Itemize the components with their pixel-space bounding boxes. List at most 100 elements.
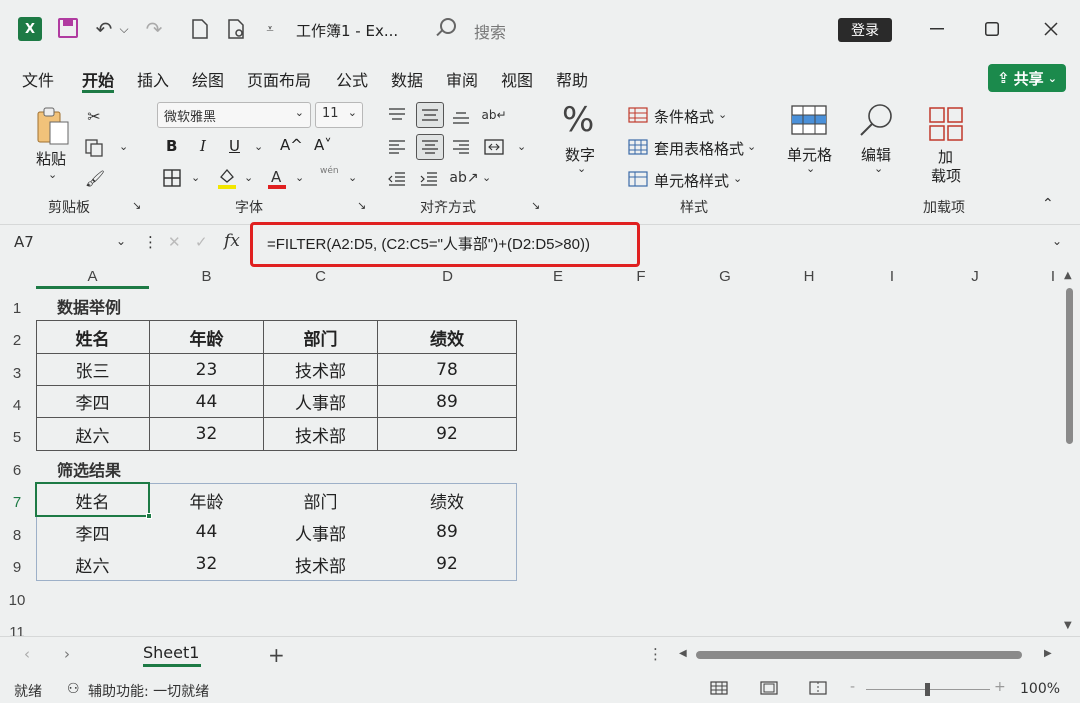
table-cell[interactable]: 92: [378, 418, 516, 450]
cell-styles-button[interactable]: 单元格样式: [654, 170, 729, 191]
search-icon[interactable]: [440, 18, 456, 34]
underline-button[interactable]: U: [229, 137, 240, 155]
align-left-icon[interactable]: [386, 136, 408, 158]
zoom-slider-thumb[interactable]: [925, 683, 930, 696]
print-preview-icon[interactable]: [226, 16, 248, 42]
table-cell[interactable]: 78: [378, 354, 516, 385]
table-cell[interactable]: 李四: [36, 386, 149, 417]
column-header-b[interactable]: B: [150, 268, 263, 288]
column-header-c[interactable]: C: [264, 268, 377, 288]
menu-data[interactable]: 数据: [391, 67, 423, 91]
undo-dropdown-icon[interactable]: ⌵: [118, 16, 130, 42]
column-header-i[interactable]: I: [851, 268, 933, 288]
grow-font-button[interactable]: A^: [280, 136, 303, 154]
table-cell[interactable]: 89: [378, 516, 516, 548]
alignment-launcher-icon[interactable]: ↘: [531, 199, 540, 212]
shrink-font-button[interactable]: A˅: [314, 136, 332, 154]
cell-styles-icon[interactable]: [628, 170, 648, 188]
table-cell[interactable]: 32: [150, 548, 263, 580]
menu-home[interactable]: 开始: [82, 67, 114, 91]
scroll-left-icon[interactable]: ◀: [679, 648, 687, 659]
table-cell[interactable]: 44: [150, 386, 263, 417]
zoom-level[interactable]: 100%: [1020, 681, 1060, 697]
italic-button[interactable]: I: [200, 137, 206, 155]
scroll-down-icon[interactable]: ▼: [1064, 620, 1072, 631]
menu-formulas[interactable]: 公式: [336, 67, 368, 91]
format-as-table-button[interactable]: 套用表格格式: [654, 138, 744, 159]
cut-icon[interactable]: ✂: [84, 106, 104, 126]
scroll-right-icon[interactable]: ▶: [1044, 648, 1052, 659]
column-header-a[interactable]: A: [36, 268, 149, 288]
format-as-table-icon[interactable]: [628, 138, 648, 156]
column-header-j[interactable]: J: [934, 268, 1016, 288]
chevron-down-icon[interactable]: ⌄: [718, 108, 727, 121]
table2-header-name[interactable]: 姓名: [36, 484, 149, 516]
underline-dropdown-icon[interactable]: ⌄: [254, 140, 263, 153]
row-header-11[interactable]: 11: [0, 624, 34, 636]
clipboard-launcher-icon[interactable]: ↘: [132, 199, 141, 212]
table-cell[interactable]: 92: [378, 548, 516, 580]
share-button[interactable]: ⇪ 共享 ⌄: [988, 64, 1066, 92]
scroll-up-icon[interactable]: ▲: [1064, 270, 1072, 281]
normal-view-icon[interactable]: [710, 681, 728, 699]
align-right-icon[interactable]: [450, 136, 472, 158]
chevron-down-icon[interactable]: ⌄: [733, 172, 742, 185]
horizontal-scrollbar-thumb[interactable]: [696, 651, 1022, 659]
font-color-icon[interactable]: A: [266, 166, 288, 190]
table1-header-dept[interactable]: 部门: [264, 321, 377, 353]
menu-draw[interactable]: 绘图: [192, 67, 224, 91]
borders-dropdown-icon[interactable]: ⌄: [191, 171, 200, 184]
align-bottom-icon[interactable]: [450, 106, 472, 128]
page-break-view-icon[interactable]: [809, 681, 827, 699]
expand-formula-bar-icon[interactable]: ⌄: [1052, 234, 1062, 248]
copy-dropdown-icon[interactable]: ⌄: [119, 140, 128, 153]
cancel-entry-icon[interactable]: ✕: [168, 233, 181, 251]
row-header-8[interactable]: 8: [0, 527, 34, 544]
table1-header-name[interactable]: 姓名: [36, 321, 149, 353]
table-cell[interactable]: 32: [150, 418, 263, 450]
next-sheet-icon[interactable]: ›: [64, 645, 70, 663]
addins-label-1[interactable]: 加: [938, 146, 953, 167]
font-size-select[interactable]: 11 ⌄: [315, 102, 363, 128]
table-cell[interactable]: 技术部: [264, 418, 377, 450]
format-painter-icon[interactable]: 🖌: [84, 168, 106, 188]
page-layout-view-icon[interactable]: [760, 681, 778, 699]
font-color-dropdown-icon[interactable]: ⌄: [295, 171, 304, 184]
collapse-ribbon-icon[interactable]: ⌃: [1042, 196, 1054, 212]
maximize-icon[interactable]: [977, 14, 1007, 44]
fill-color-icon[interactable]: [216, 166, 238, 190]
sheet-tab-sheet1[interactable]: Sheet1: [143, 643, 199, 662]
row-header-9[interactable]: 9: [0, 559, 34, 576]
zoom-in-button[interactable]: +: [994, 679, 1006, 695]
increase-indent-icon[interactable]: [418, 168, 440, 190]
column-header-h[interactable]: H: [768, 268, 850, 288]
orientation-icon[interactable]: ab↗: [449, 166, 478, 190]
paste-icon[interactable]: [36, 106, 70, 146]
name-box[interactable]: A7: [14, 233, 34, 251]
undo-icon[interactable]: ↶: [92, 16, 116, 42]
align-top-icon[interactable]: [386, 104, 408, 126]
table1-header-age[interactable]: 年龄: [150, 321, 263, 353]
more-sheets-icon[interactable]: ⋮: [648, 645, 663, 663]
insert-function-icon[interactable]: fx: [224, 231, 240, 251]
table-cell[interactable]: 44: [150, 516, 263, 548]
conditional-format-button[interactable]: 条件格式: [654, 106, 714, 127]
row-header-3[interactable]: 3: [0, 365, 34, 382]
phonetic-dropdown-icon[interactable]: ⌄: [348, 171, 357, 184]
prev-sheet-icon[interactable]: ‹: [24, 645, 30, 663]
table-cell[interactable]: 李四: [36, 516, 149, 548]
menu-view[interactable]: 视图: [501, 67, 533, 91]
find-search-icon[interactable]: [858, 102, 896, 140]
zoom-out-button[interactable]: -: [850, 679, 855, 695]
cells-dropdown-icon[interactable]: ⌄: [806, 162, 815, 175]
menu-insert[interactable]: 插入: [137, 67, 169, 91]
addins-label-2[interactable]: 载项: [931, 165, 961, 186]
table-cell[interactable]: 人事部: [264, 516, 377, 548]
conditional-format-icon[interactable]: [628, 106, 648, 124]
confirm-entry-icon[interactable]: ✓: [195, 233, 208, 251]
table-cell[interactable]: 赵六: [36, 548, 149, 580]
addins-icon[interactable]: [928, 106, 964, 142]
redo-icon[interactable]: ↷: [142, 16, 166, 42]
login-button[interactable]: 登录: [838, 18, 892, 42]
merge-dropdown-icon[interactable]: ⌄: [517, 140, 526, 153]
